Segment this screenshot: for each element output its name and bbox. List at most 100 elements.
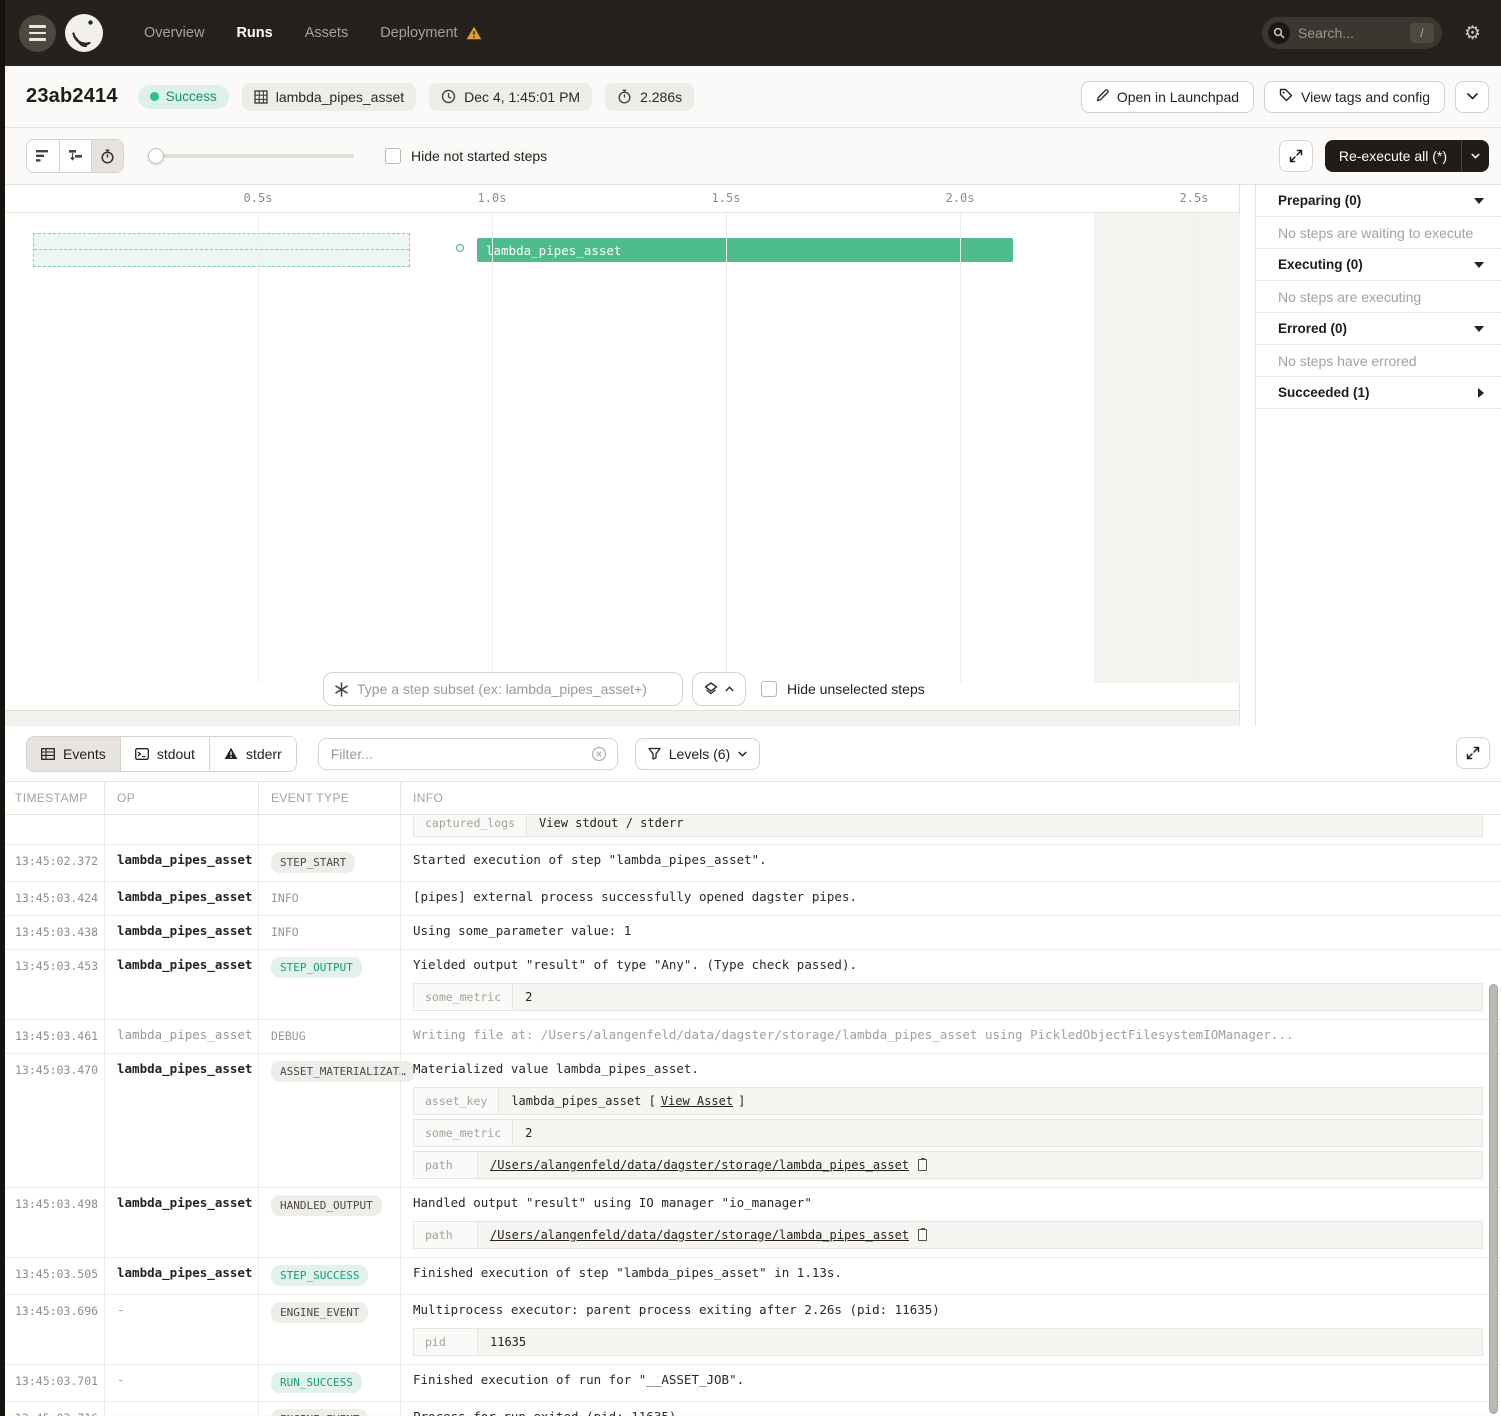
waterfall-view-button[interactable] [59,140,91,172]
axis-gridline [726,213,727,683]
sidebar-section-preparing[interactable]: Preparing (0) [1256,185,1501,217]
timed-view-button[interactable] [91,140,123,172]
levels-dropdown[interactable]: Levels (6) [635,738,760,770]
top-nav: Overview Runs Assets Deployment / ⚙ [0,0,1501,66]
event-info-cell: Process for run exited (pid: 11635). [400,1402,1501,1416]
event-type-text: INFO [271,923,299,939]
tab-stdout[interactable]: stdout [120,737,209,771]
metadata-value: /Users/alangenfeld/data/dagster/storage/… [478,1222,1482,1248]
event-row[interactable]: 13:45:03.505lambda_pipes_assetSTEP_SUCCE… [0,1258,1501,1295]
event-type-badge: RUN_SUCCESS [271,1372,362,1393]
event-timestamp: 13:45:03.716 [0,1402,104,1416]
event-row[interactable]: captured_logsView stdout / stderr [0,815,1501,845]
metadata-value: /Users/alangenfeld/data/dagster/storage/… [478,1152,1482,1178]
event-row[interactable]: 13:45:03.438lambda_pipes_assetINFOUsing … [0,916,1501,950]
hide-unselected-label: Hide unselected steps [787,681,925,697]
event-type-badge: ASSET_MATERIALIZAT… [271,1061,415,1082]
step-subset-input[interactable] [357,681,672,697]
view-tags-config-button[interactable]: View tags and config [1264,81,1445,113]
nav-item-runs[interactable]: Runs [236,25,272,41]
zoom-slider-handle[interactable] [148,148,164,164]
tab-events[interactable]: Events [27,737,120,771]
step-subset-inputbox[interactable] [323,672,683,706]
events-table: TIMESTAMP OP EVENT TYPE INFO captured_lo… [0,781,1501,1416]
hide-unselected-checkbox-row[interactable]: Hide unselected steps [761,681,925,697]
event-row[interactable]: 13:45:03.498lambda_pipes_assetHANDLED_OU… [0,1188,1501,1258]
chevron-down-icon [1471,153,1480,159]
hide-unselected-checkbox[interactable] [761,681,777,697]
nav-item-label: Overview [144,25,204,41]
event-row[interactable]: 13:45:03.424lambda_pipes_assetINFO[pipes… [0,882,1501,916]
log-filter-input[interactable] [331,746,591,762]
open-in-launchpad-button[interactable]: Open in Launchpad [1081,81,1254,113]
event-row[interactable]: 13:45:03.461lambda_pipes_assetDEBUGWriti… [0,1020,1501,1054]
col-timestamp: TIMESTAMP [0,782,104,814]
clear-filter-icon[interactable] [591,746,607,762]
hide-not-started-checkbox-row[interactable]: Hide not started steps [385,148,547,164]
axis-tick-label: 0.5s [244,191,273,205]
path-link[interactable]: /Users/alangenfeld/data/dagster/storage/… [490,1158,909,1172]
event-row[interactable]: 13:45:02.372lambda_pipes_assetSTEP_START… [0,845,1501,882]
chevron-down-icon [1467,93,1478,100]
metadata-value: 11635 [478,1329,1482,1355]
event-row[interactable]: 13:45:03.696-ENGINE_EVENTMultiprocess ex… [0,1295,1501,1365]
gear-icon[interactable]: ⚙ [1464,24,1481,43]
hide-not-started-label: Hide not started steps [411,148,547,164]
event-type-cell [258,815,400,844]
event-row[interactable]: 13:45:03.701-RUN_SUCCESSFinished executi… [0,1365,1501,1402]
sidebar-section-executing[interactable]: Executing (0) [1256,249,1501,281]
event-op: lambda_pipes_asset [104,916,258,949]
chevron-up-icon [725,686,734,692]
dagster-logo[interactable] [64,13,104,53]
event-timestamp [0,815,104,844]
zoom-slider[interactable] [148,148,354,164]
axis-tick-label: 2.5s [1180,191,1209,205]
stopwatch-icon [100,149,115,164]
vertical-scrollbar[interactable] [1489,984,1498,1414]
expand-events-button[interactable] [1456,737,1490,769]
nav-item-deployment[interactable]: Deployment [380,25,481,41]
copy-icon[interactable] [918,1159,927,1171]
hamburger-menu-button[interactable] [19,15,56,52]
caret-down-icon [1474,326,1484,332]
tab-stderr[interactable]: stderr [209,737,296,771]
nav-item-overview[interactable]: Overview [144,25,204,41]
event-info-text: Started execution of step "lambda_pipes_… [413,852,1489,869]
search-box[interactable]: / [1262,17,1442,49]
event-metadata: pid11635 [413,1328,1483,1356]
job-name-pill[interactable]: lambda_pipes_asset [242,83,416,111]
event-op: - [104,1402,258,1416]
event-row[interactable]: 13:45:03.453lambda_pipes_assetSTEP_OUTPU… [0,950,1501,1020]
nav-item-assets[interactable]: Assets [305,25,349,41]
graph-options-button[interactable] [692,672,746,706]
event-type-badge: ENGINE_EVENT [271,1409,368,1416]
gantt-step-bar[interactable]: lambda_pipes_asset [477,238,1013,262]
expand-icon [1466,746,1480,760]
metadata-value-text: lambda_pipes_asset [ [511,1094,656,1108]
axis-gridline [258,213,259,683]
sidebar-section-errored[interactable]: Errored (0) [1256,313,1501,345]
view-asset-link[interactable]: View Asset [661,1094,733,1108]
sidebar-section-succeeded[interactable]: Succeeded (1) [1256,377,1501,409]
hide-not-started-checkbox[interactable] [385,148,401,164]
event-row[interactable]: 13:45:03.470lambda_pipes_assetASSET_MATE… [0,1054,1501,1188]
layers-icon [704,682,718,696]
search-input[interactable] [1298,25,1398,41]
copy-icon[interactable] [918,1229,927,1241]
run-actions-dropdown-button[interactable] [1455,81,1489,113]
event-op: lambda_pipes_asset [104,845,258,881]
axis-tick-label: 2.0s [946,191,975,205]
event-row[interactable]: 13:45:03.716- ENGINE_EVENT Process for run… [0,1402,1501,1416]
reexecute-dropdown-caret[interactable] [1461,140,1489,172]
flat-view-button[interactable] [27,140,59,172]
chevron-down-icon [738,751,747,757]
table-icon [41,748,55,760]
path-link[interactable]: /Users/alangenfeld/data/dagster/storage/… [490,1228,909,1242]
log-filter-box[interactable] [318,738,618,770]
reexecute-all-button[interactable]: Re-execute all (*) [1325,140,1489,172]
gantt-time-axis: 0.5s1.0s1.5s2.0s2.5s [0,185,1239,213]
event-type-badge: ENGINE_EVENT [271,1302,368,1323]
expand-gantt-button[interactable] [1279,140,1313,172]
event-info-text: Finished execution of run for "__ASSET_J… [413,1372,1489,1389]
event-op: lambda_pipes_asset [104,1258,258,1294]
